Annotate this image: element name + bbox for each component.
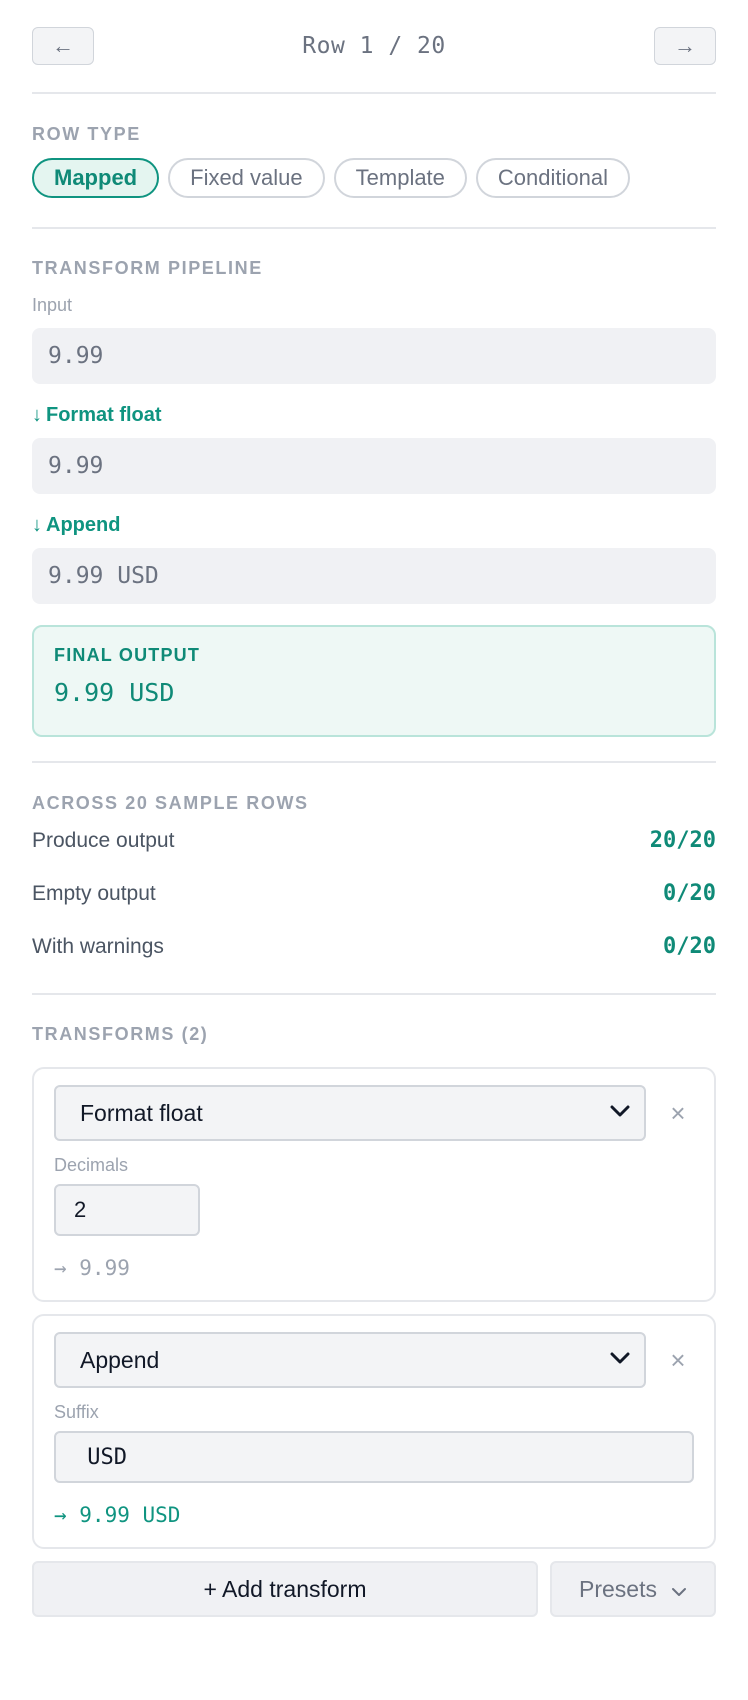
suffix-input[interactable]: USD (54, 1431, 694, 1483)
input-label: Input (32, 295, 73, 315)
row-type-mapped[interactable]: Mapped (32, 158, 160, 198)
row-type-title: ROW TYPE (32, 124, 141, 144)
final-output-value: 9.99 USD (54, 678, 175, 707)
stat-label: With warnings (32, 934, 164, 958)
decimals-label: Decimals (54, 1155, 129, 1175)
stat-label: Produce output (32, 828, 175, 852)
suffix-label: Suffix (54, 1402, 99, 1422)
stat-label: Empty output (32, 881, 156, 905)
stat-row: With warnings 0/20 (32, 920, 716, 973)
presets-label: Presets (579, 1575, 657, 1602)
row-type-template[interactable]: Template (333, 158, 467, 198)
arrow-down-icon: ↓ (32, 404, 42, 426)
transform-preview: → 9.99 USD (54, 1503, 181, 1527)
sample-stats-section: ACROSS 20 SAMPLE ROWS Produce output 20/… (32, 763, 716, 995)
arrow-right-icon: → (673, 33, 696, 58)
transform-preview: → 9.99 (54, 1256, 130, 1280)
row-navigator: ← Row 1 / 20 → (32, 0, 716, 94)
input-value: 9.99 (32, 328, 716, 384)
stat-value: 0/20 (663, 934, 716, 959)
close-icon: × (670, 1344, 686, 1375)
prev-row-button[interactable]: ← (32, 27, 94, 65)
pipeline-step-format-float: ↓ Format float (32, 404, 716, 427)
mapping-row-editor: ← Row 1 / 20 → ROW TYPE Mapped Fixed val… (0, 0, 748, 1700)
chevron-down-icon (610, 1104, 630, 1123)
decimals-input[interactable]: 2 (54, 1184, 200, 1236)
transform-type-select[interactable]: Append (54, 1332, 646, 1388)
close-icon: × (670, 1097, 686, 1128)
row-type-section: ROW TYPE Mapped Fixed value Template Con… (32, 94, 716, 229)
transform-card-header: Append × (54, 1332, 694, 1388)
arrow-left-icon: ← (52, 33, 74, 58)
transform-type-value: Append (80, 1346, 160, 1373)
step-name: Append (46, 514, 121, 536)
transforms-title: TRANSFORMS (2) (32, 1024, 209, 1044)
stat-row: Produce output 20/20 (32, 814, 716, 867)
row-type-conditional[interactable]: Conditional (475, 158, 630, 198)
pipeline-title: TRANSFORM PIPELINE (32, 258, 263, 278)
step-value: 9.99 USD (32, 548, 716, 604)
transform-card-format-float: Format float × Decimals 2 → 9.99 (32, 1067, 716, 1302)
chevron-down-icon (671, 1576, 687, 1603)
presets-button[interactable]: Presets (550, 1561, 716, 1617)
remove-transform-button[interactable]: × (662, 1098, 694, 1129)
transforms-section: TRANSFORMS (2) Format float × Decimals 2… (32, 995, 716, 1617)
row-type-options: Mapped Fixed value Template Conditional (32, 158, 716, 198)
chevron-down-icon (610, 1351, 630, 1370)
final-output-panel: FINAL OUTPUT 9.99 USD (32, 625, 716, 737)
final-output-title: FINAL OUTPUT (54, 645, 201, 665)
transform-actions: + Add transform Presets (32, 1561, 716, 1617)
remove-transform-button[interactable]: × (662, 1345, 694, 1376)
step-name: Format float (46, 404, 162, 426)
arrow-down-icon: ↓ (32, 514, 42, 536)
stat-value: 0/20 (663, 881, 716, 906)
transform-card-append: Append × Suffix USD → 9.99 USD (32, 1314, 716, 1549)
stat-value: 20/20 (649, 828, 716, 853)
pipeline-step-append: ↓ Append (32, 514, 716, 537)
row-type-fixed-value[interactable]: Fixed value (168, 158, 325, 198)
row-counter: Row 1 / 20 (302, 33, 446, 59)
transform-card-header: Format float × (54, 1085, 694, 1141)
stat-row: Empty output 0/20 (32, 867, 716, 920)
transform-type-select[interactable]: Format float (54, 1085, 646, 1141)
next-row-button[interactable]: → (653, 27, 716, 65)
add-transform-button[interactable]: + Add transform (32, 1561, 538, 1617)
stats-title: ACROSS 20 SAMPLE ROWS (32, 793, 309, 813)
transform-pipeline-section: TRANSFORM PIPELINE Input 9.99 ↓ Format f… (32, 229, 716, 763)
step-value: 9.99 (32, 438, 716, 494)
transform-type-value: Format float (80, 1099, 203, 1126)
